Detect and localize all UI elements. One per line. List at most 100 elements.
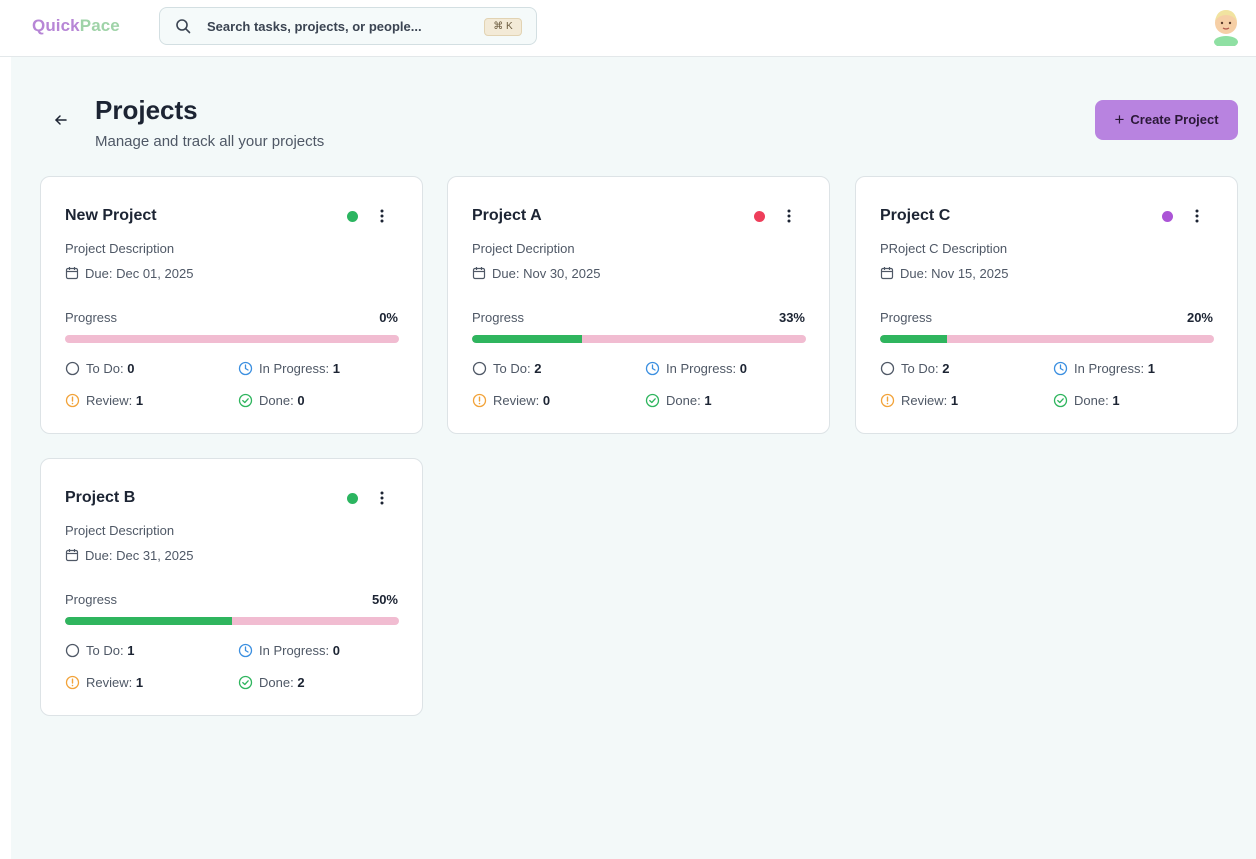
progress-percent: 50% [371, 592, 398, 607]
review-count: Review: 0 [472, 393, 550, 408]
clock-icon [238, 361, 253, 376]
done-label: Done: [259, 393, 294, 408]
more-options-icon[interactable] [1193, 208, 1201, 224]
search-shortcut-badge: ⌘ K [484, 18, 522, 36]
done-label: Done: [666, 393, 701, 408]
in-progress-label: In Progress: [259, 643, 330, 658]
review-value: 1 [135, 393, 144, 408]
done-value: 0 [297, 393, 305, 408]
in-progress-value: 0 [739, 361, 747, 376]
alert-circle-icon [472, 393, 487, 408]
project-name: Project A [472, 207, 542, 224]
review-count: Review: 1 [880, 393, 958, 408]
due-value: Nov 15, 2025 [931, 266, 1009, 281]
due-prefix: Due: [85, 548, 113, 563]
in-progress-count: In Progress: 0 [645, 361, 747, 376]
due-value: Nov 30, 2025 [523, 266, 601, 281]
more-options-icon[interactable] [378, 208, 386, 224]
create-project-label: Create Project [1130, 112, 1219, 127]
calendar-icon [880, 267, 894, 280]
project-card[interactable]: New Project Project Description Due: Dec… [40, 176, 423, 434]
done-value: 2 [297, 675, 305, 690]
review-label: Review: [901, 393, 948, 408]
done-label: Done: [259, 675, 294, 690]
todo-value: 2 [942, 361, 950, 376]
circle-icon [65, 361, 80, 376]
circle-icon [472, 361, 487, 376]
progress-percent: 0% [379, 310, 398, 325]
check-circle-icon [645, 393, 660, 408]
done-count: Done: 1 [1053, 393, 1120, 408]
top-bar: QuickPace Search tasks, projects, or peo… [0, 0, 1256, 57]
in-progress-count: In Progress: 1 [238, 361, 340, 376]
todo-value: 2 [534, 361, 542, 376]
check-circle-icon [238, 393, 253, 408]
todo-count: To Do: 2 [880, 361, 949, 376]
check-circle-icon [1053, 393, 1068, 408]
page-title: Projects [95, 95, 198, 125]
todo-label: To Do: [901, 361, 939, 376]
plus-icon: + [1114, 110, 1125, 129]
in-progress-label: In Progress: [259, 361, 330, 376]
app-logo[interactable]: QuickPace [32, 16, 120, 36]
main-content: Projects Manage and track all your proje… [11, 57, 1256, 859]
todo-count: To Do: 2 [472, 361, 541, 376]
alert-circle-icon [65, 675, 80, 690]
progress-label: Progress [472, 310, 525, 325]
page-subtitle: Manage and track all your projects [95, 133, 325, 150]
review-label: Review: [86, 393, 133, 408]
project-description: Project Decription [472, 241, 575, 256]
logo-part-quick: Quick [32, 16, 80, 35]
project-due-date: Due: Nov 30, 2025 [472, 266, 600, 281]
project-name: New Project [65, 207, 157, 224]
alert-circle-icon [880, 393, 895, 408]
clock-icon [238, 643, 253, 658]
review-count: Review: 1 [65, 675, 143, 690]
project-status-dot [347, 493, 358, 504]
project-due-date: Due: Nov 15, 2025 [880, 266, 1008, 281]
project-status-dot [754, 211, 765, 222]
in-progress-count: In Progress: 1 [1053, 361, 1155, 376]
done-count: Done: 0 [238, 393, 305, 408]
project-card[interactable]: Project B Project Description Due: Dec 3… [40, 458, 423, 716]
progress-bar [65, 335, 399, 343]
project-due-date: Due: Dec 31, 2025 [65, 548, 193, 563]
project-description: Project Description [65, 523, 175, 538]
todo-label: To Do: [493, 361, 531, 376]
progress-bar [472, 335, 806, 343]
back-arrow-icon[interactable] [54, 113, 68, 127]
due-value: Dec 01, 2025 [116, 266, 194, 281]
project-description: Project Description [65, 241, 175, 256]
project-card[interactable]: Project C PRoject C Description Due: Nov… [855, 176, 1238, 434]
search-box[interactable]: Search tasks, projects, or people... ⌘ K [159, 7, 537, 45]
todo-label: To Do: [86, 643, 124, 658]
in-progress-label: In Progress: [1074, 361, 1145, 376]
due-prefix: Due: [85, 266, 113, 281]
search-input[interactable]: Search tasks, projects, or people... [207, 19, 422, 34]
done-value: 1 [1112, 393, 1120, 408]
done-count: Done: 2 [238, 675, 305, 690]
user-avatar[interactable] [1209, 6, 1243, 46]
review-value: 1 [950, 393, 959, 408]
clock-icon [1053, 361, 1068, 376]
in-progress-value: 1 [1147, 361, 1155, 376]
progress-percent: 20% [1186, 310, 1213, 325]
due-value: Dec 31, 2025 [116, 548, 194, 563]
in-progress-label: In Progress: [666, 361, 737, 376]
project-description: PRoject C Description [880, 241, 1008, 256]
in-progress-value: 1 [332, 361, 340, 376]
more-options-icon[interactable] [785, 208, 793, 224]
project-due-date: Due: Dec 01, 2025 [65, 266, 193, 281]
todo-value: 0 [127, 361, 135, 376]
due-prefix: Due: [492, 266, 520, 281]
more-options-icon[interactable] [378, 490, 386, 506]
check-circle-icon [238, 675, 253, 690]
project-card[interactable]: Project A Project Decription Due: Nov 30… [447, 176, 830, 434]
review-value: 1 [135, 675, 144, 690]
todo-count: To Do: 1 [65, 643, 134, 658]
project-name: Project B [65, 489, 136, 506]
due-prefix: Due: [900, 266, 928, 281]
todo-label: To Do: [86, 361, 124, 376]
review-label: Review: [86, 675, 133, 690]
create-project-button[interactable]: + Create Project [1095, 100, 1238, 140]
